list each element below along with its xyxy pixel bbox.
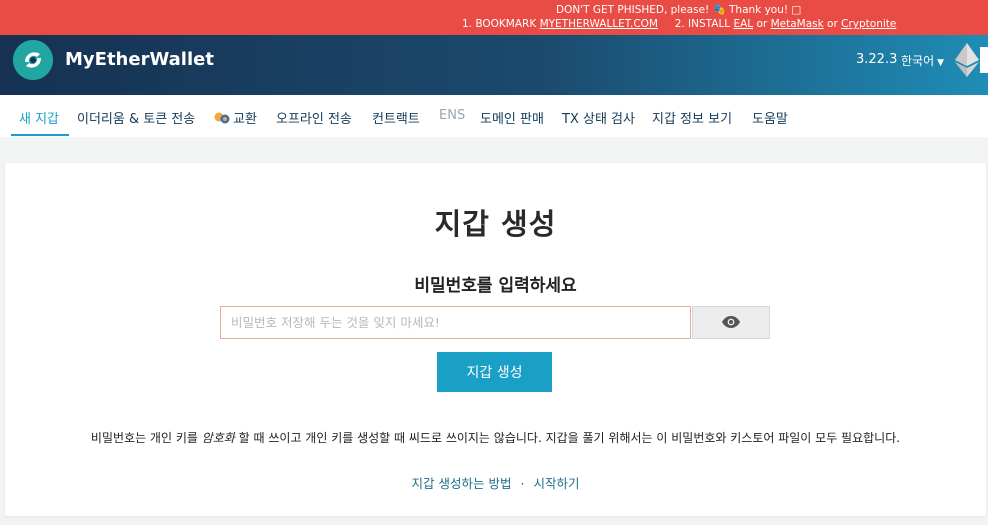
nav-item-view-wallet-info[interactable]: 지갑 정보 보기 <box>652 108 732 127</box>
caret-down-icon: ▼ <box>937 58 945 68</box>
generate-wallet-panel: 지갑 생성 비밀번호를 입력하세요 지갑 생성 비밀번호는 개인 키를 암호화 … <box>5 163 986 516</box>
nav-item-contracts[interactable]: 컨트랙트 <box>372 108 420 127</box>
cryptonite-link[interactable]: Cryptonite <box>841 18 896 30</box>
phishing-warning-banner: DON'T GET PHISHED, please! 🎭 Thank you! … <box>0 0 988 35</box>
how-to-create-wallet-link[interactable]: 지갑 생성하는 방법 <box>412 476 512 491</box>
version-number: 3.22.3 <box>856 52 898 67</box>
create-wallet-button[interactable]: 지갑 생성 <box>437 352 552 392</box>
main-navigation: 새 지갑 이더리움 & 토큰 전송 교환 오프라인 전송 컨트랙트 ENS 도메… <box>0 95 988 137</box>
install-step-label: 2. INSTALL <box>674 18 734 30</box>
nav-item-help[interactable]: 도움말 <box>752 108 788 127</box>
mew-domain-link[interactable]: MYETHERWALLET.COM <box>540 18 658 30</box>
password-input[interactable] <box>220 306 691 339</box>
or-text: or <box>753 18 771 30</box>
site-header: MyEtherWallet 3.22.3 한국어 ▼ <box>0 35 988 95</box>
password-prompt-heading: 비밀번호를 입력하세요 <box>414 276 577 296</box>
getting-started-link[interactable]: 시작하기 <box>533 476 579 491</box>
brand-name[interactable]: MyEtherWallet <box>65 49 214 70</box>
language-selector[interactable]: 한국어 ▼ <box>901 52 944 69</box>
nav-item-ens[interactable]: ENS <box>439 108 465 123</box>
nav-item-offline-send[interactable]: 오프라인 전송 <box>276 108 352 127</box>
language-label: 한국어 <box>901 54 935 68</box>
desc-text-1: 비밀번호는 개인 키를 <box>90 431 202 445</box>
help-links: 지갑 생성하는 방법 · 시작하기 <box>5 473 986 492</box>
eye-icon <box>722 313 740 332</box>
nav-item-domain-sale[interactable]: 도메인 판매 <box>480 108 544 127</box>
phishing-instructions: 1. BOOKMARK MYETHERWALLET.COM 2. INSTALL… <box>462 18 896 30</box>
bookmark-step-label: 1. BOOKMARK <box>462 18 540 30</box>
nav-item-send-ether-tokens[interactable]: 이더리움 & 토큰 전송 <box>77 108 195 127</box>
ethereum-icon <box>955 43 979 77</box>
or-text-2: or <box>823 18 842 30</box>
header-edge-panel <box>980 47 988 73</box>
metamask-link[interactable]: MetaMask <box>771 18 824 30</box>
page-title: 지갑 생성 <box>434 207 557 241</box>
nav-swap-label: 교환 <box>233 112 257 127</box>
nav-item-swap[interactable]: 교환 <box>214 108 257 127</box>
active-tab-underline <box>11 134 69 136</box>
mew-logo-icon[interactable] <box>13 40 53 80</box>
phishing-warning-text: DON'T GET PHISHED, please! 🎭 Thank you! … <box>556 4 802 16</box>
nav-item-tx-status[interactable]: TX 상태 검사 <box>562 108 635 127</box>
eal-link[interactable]: EAL <box>733 18 753 30</box>
link-separator: · <box>520 476 525 491</box>
password-description: 비밀번호는 개인 키를 암호화 할 때 쓰이고 개인 키를 생성할 때 씨드로 … <box>5 429 986 446</box>
desc-text-2: 할 때 쓰이고 개인 키를 생성할 때 씨드로 쓰이지는 않습니다. 지갑을 풀… <box>234 431 901 445</box>
desc-emphasis: 암호화 <box>201 431 235 445</box>
swap-icon <box>214 111 230 125</box>
nav-item-new-wallet[interactable]: 새 지갑 <box>19 108 59 127</box>
show-password-button[interactable] <box>692 306 770 339</box>
